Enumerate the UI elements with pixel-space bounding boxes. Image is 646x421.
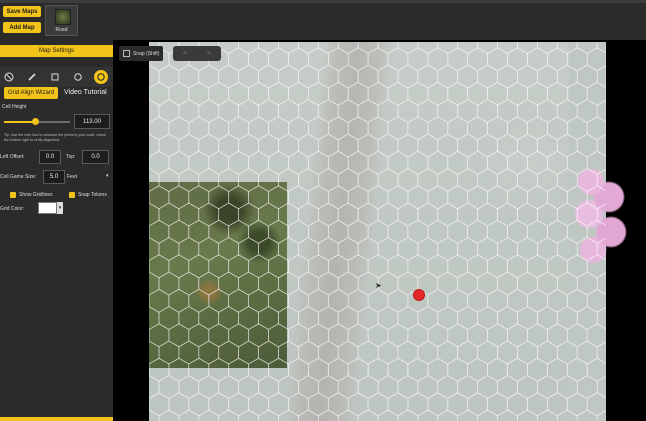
map-thumbnail[interactable]: Road bbox=[45, 5, 78, 36]
hex-grid-overlay bbox=[149, 42, 606, 421]
tip-text: Tip: Use the ruler tool to measure the p… bbox=[4, 133, 106, 142]
show-gridlines-label: Show Gridlines bbox=[19, 192, 53, 198]
map-thumbnail-image bbox=[55, 9, 71, 25]
snap-tokens-checkbox[interactable] bbox=[69, 192, 75, 198]
top-offset-input[interactable]: 0.0 bbox=[82, 150, 109, 164]
video-tutorial-link[interactable]: Video Tutorial bbox=[64, 89, 107, 96]
ban-icon[interactable] bbox=[2, 70, 16, 84]
mouse-cursor-icon: ➤ bbox=[375, 281, 382, 290]
snap-checkbox[interactable] bbox=[123, 50, 130, 57]
grid-align-wizard-button[interactable]: Grid Align Wizard bbox=[4, 87, 58, 99]
map-thumbnail-label: Road bbox=[55, 27, 68, 33]
left-offset-label: Left Offset: bbox=[0, 154, 25, 160]
cell-height-label: Cell Height bbox=[2, 104, 27, 110]
snap-label: Snap (Shift) bbox=[133, 50, 160, 57]
hex-icon[interactable] bbox=[94, 70, 108, 84]
snap-toggle[interactable]: Snap (Shift) bbox=[119, 46, 164, 61]
cell-height-slider[interactable] bbox=[4, 118, 70, 125]
save-maps-button[interactable]: Save Maps bbox=[3, 6, 41, 17]
map-settings-sidebar: Map Settings Grid Align Wizard Video Tut… bbox=[0, 40, 113, 421]
top-offset-label: Top: bbox=[66, 154, 76, 160]
color-dropdown-icon[interactable]: ▾ bbox=[57, 202, 63, 214]
top-stripe bbox=[0, 0, 646, 3]
cell-height-input[interactable]: 113.00 bbox=[74, 114, 110, 129]
circle-icon[interactable] bbox=[71, 70, 85, 84]
top-toolbar: Save Maps Add Map Road bbox=[0, 0, 646, 40]
cell-game-size-input[interactable]: 5.0 bbox=[43, 170, 65, 184]
add-map-button[interactable]: Add Map bbox=[3, 22, 41, 33]
undo-redo-group: ↶ ↷ bbox=[173, 46, 221, 61]
snap-tokens-label: Snap Tokens bbox=[78, 192, 107, 198]
player-token[interactable] bbox=[413, 289, 425, 301]
pen-icon[interactable] bbox=[25, 70, 39, 84]
unit-select[interactable]: Feet bbox=[67, 174, 77, 180]
map-settings-header[interactable]: Map Settings bbox=[0, 45, 113, 57]
redo-icon[interactable]: ↷ bbox=[207, 51, 211, 57]
sidebar-bottom-strip bbox=[0, 417, 113, 421]
show-gridlines-checkbox[interactable] bbox=[10, 192, 16, 198]
grid-color-label: Grid Color: bbox=[0, 206, 25, 212]
chevron-down-icon[interactable]: ▾ bbox=[106, 173, 109, 179]
left-offset-input[interactable]: 0.0 bbox=[39, 150, 61, 164]
cell-height-slider-fill bbox=[4, 121, 36, 123]
square-icon[interactable] bbox=[48, 70, 62, 84]
cell-game-size-label: Cell Game Size: bbox=[0, 174, 37, 180]
grid-color-swatch[interactable] bbox=[38, 202, 57, 214]
drawing-tools bbox=[0, 67, 113, 87]
map-viewport[interactable]: Snap (Shift) ↶ ↷ ➤ bbox=[113, 40, 646, 421]
undo-icon[interactable]: ↶ bbox=[183, 51, 187, 57]
cell-height-slider-handle[interactable] bbox=[32, 118, 40, 125]
